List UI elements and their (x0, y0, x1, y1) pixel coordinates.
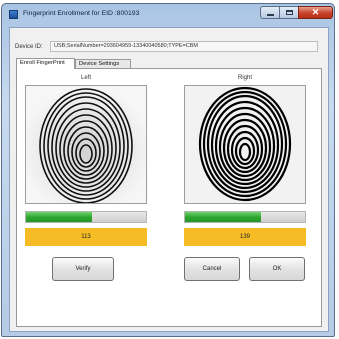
device-id-label: Device ID: (15, 44, 43, 50)
right-quality-progress (184, 211, 306, 223)
right-fingerprint-graphic (185, 86, 305, 203)
left-fingerprint-graphic (26, 86, 146, 203)
maximize-button[interactable] (279, 6, 299, 19)
left-fingerprint-image (25, 85, 147, 204)
right-score: 139 (184, 228, 306, 246)
left-quality-progress (25, 211, 147, 223)
ok-button[interactable]: OK (249, 257, 305, 281)
left-progress-fill (26, 212, 92, 222)
window-title: Fingerprint Enrollment for EID :800193 (23, 10, 140, 17)
right-fingerprint-image (184, 85, 306, 204)
minimize-icon (266, 14, 274, 16)
app-window: Fingerprint Enrollment for EID :800193 ✕… (1, 3, 335, 337)
right-progress-fill (185, 212, 261, 222)
cancel-button[interactable]: Cancel (184, 257, 240, 281)
minimize-button[interactable] (260, 6, 280, 19)
client-area: Device ID: USB;SerialNumber=293604959-13… (9, 27, 329, 332)
title-bar[interactable]: Fingerprint Enrollment for EID :800193 ✕ (2, 4, 334, 26)
close-button[interactable]: ✕ (298, 6, 333, 19)
left-score: 113 (25, 228, 147, 246)
maximize-icon (285, 10, 293, 15)
device-id-field[interactable]: USB;SerialNumber=293604959-13340040580;T… (50, 41, 318, 52)
verify-button[interactable]: Verify (52, 257, 114, 281)
app-icon (9, 10, 18, 19)
right-finger-label: Right (237, 75, 252, 81)
enroll-panel: Left Right 113 139 Verify Cancel OK (16, 68, 322, 327)
close-icon: ✕ (311, 7, 320, 17)
tab-enroll-fingerprint[interactable]: Enroll FingerPrint (16, 58, 75, 69)
left-finger-label: Left (80, 75, 91, 81)
